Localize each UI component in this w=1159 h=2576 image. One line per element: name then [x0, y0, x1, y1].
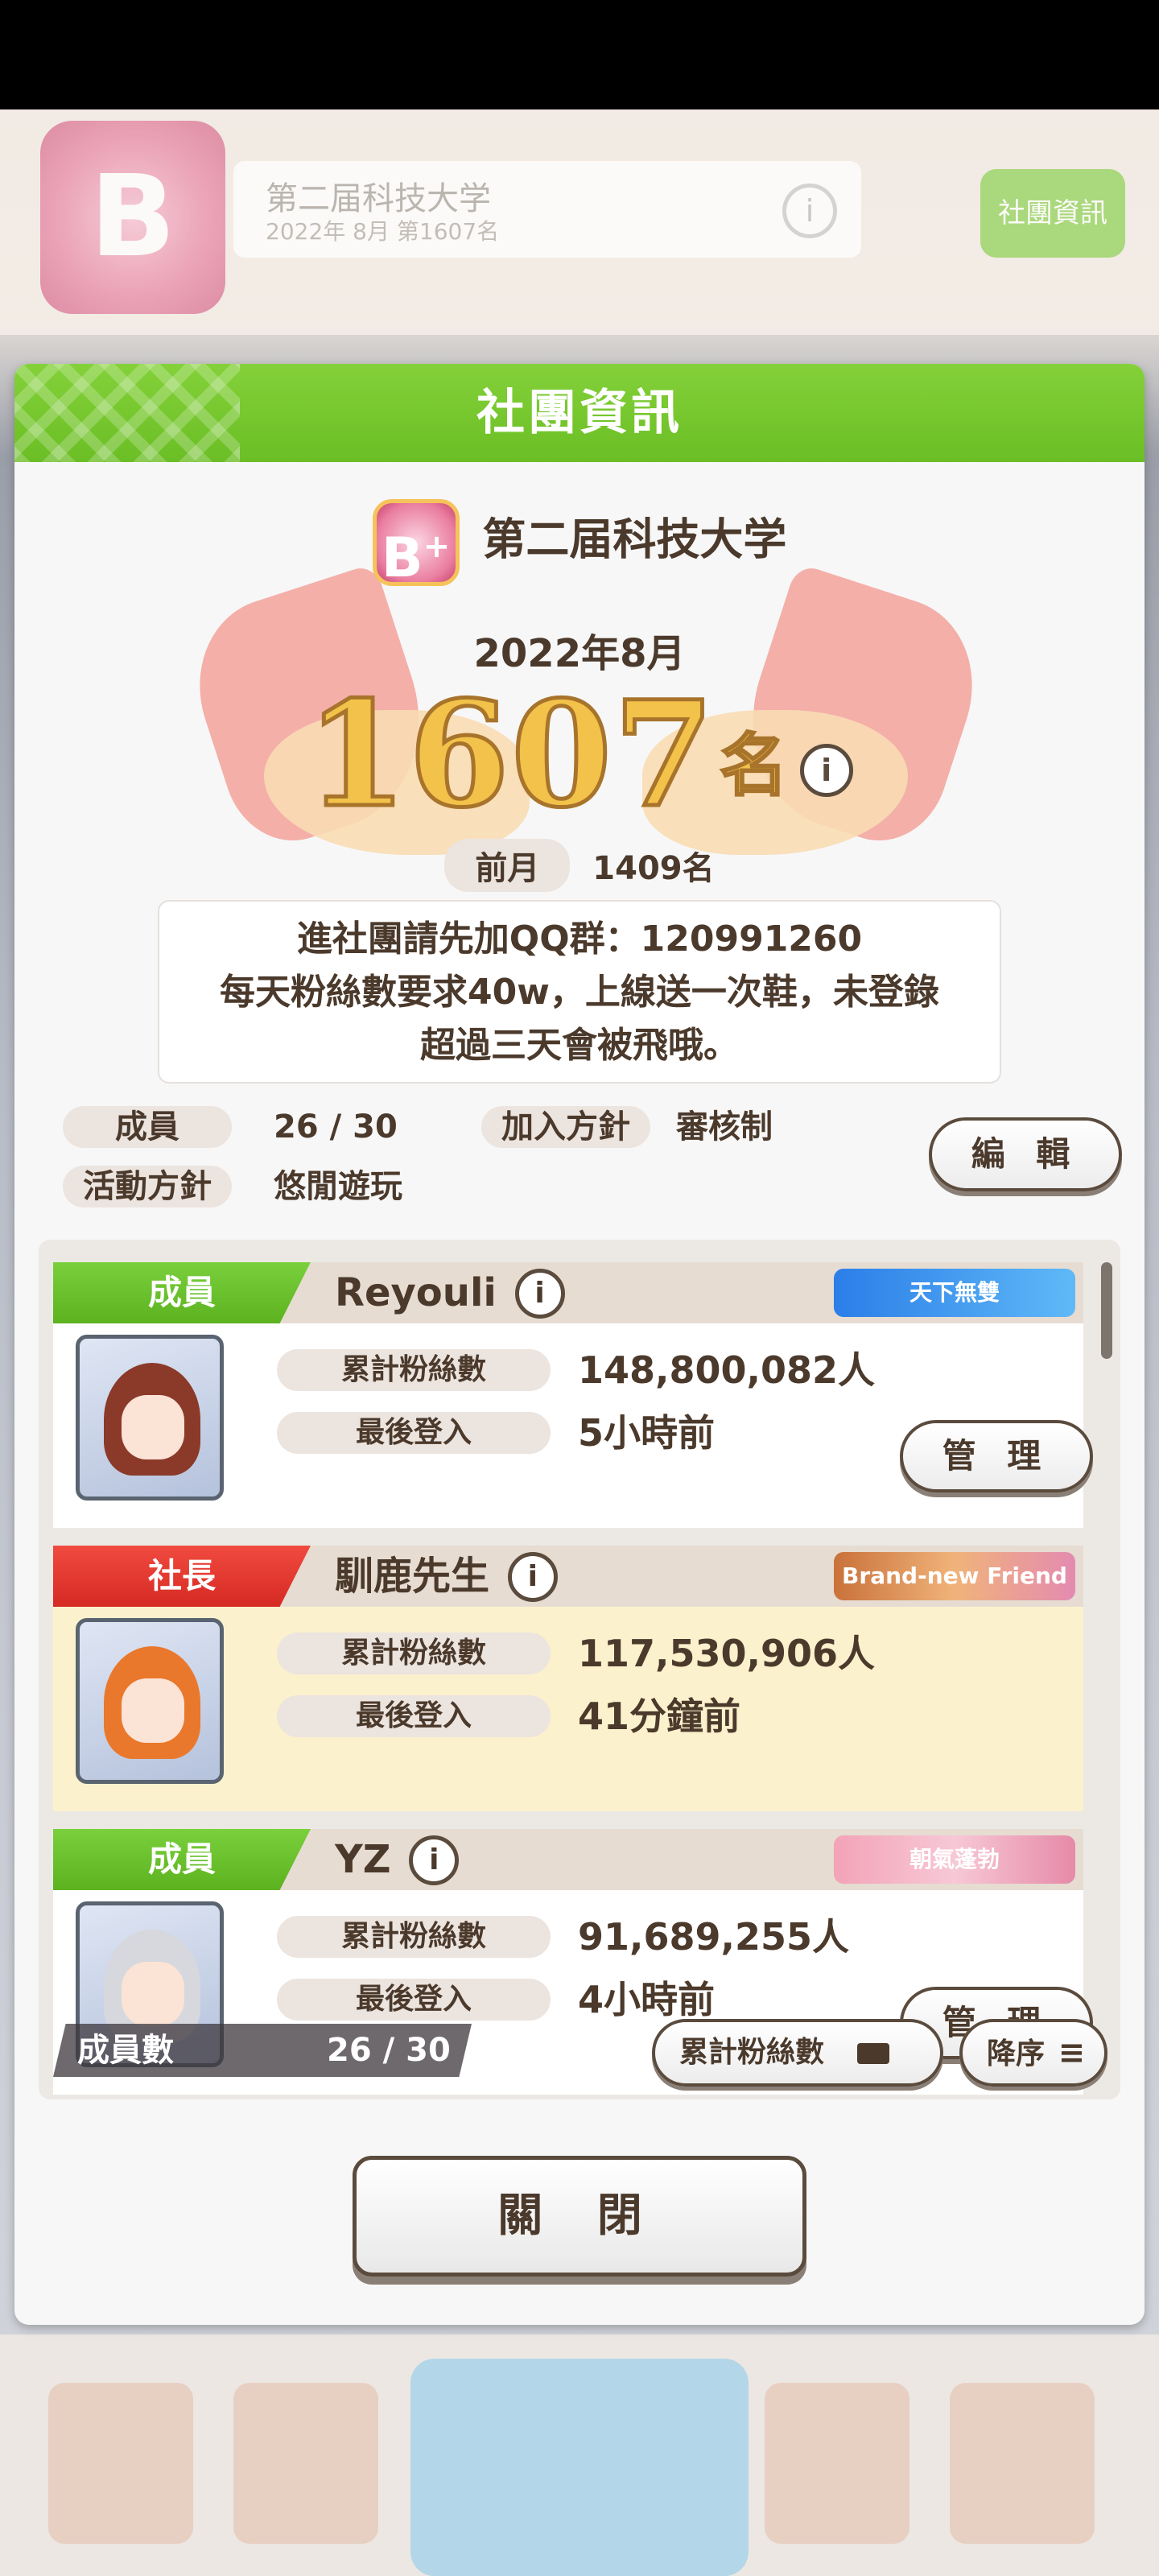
- avatar-face: [122, 1678, 184, 1743]
- circle-name: 第二届科技大学: [482, 514, 787, 565]
- description-line: 進社團請先加QQ群：120991260: [296, 919, 863, 960]
- last-login-label: 最後登入: [277, 1979, 551, 2021]
- previous-month-value: 1409名: [592, 850, 715, 887]
- dialog-title: 社團資訊: [476, 385, 683, 441]
- previous-month-rank: 前月 1409名: [14, 839, 1145, 892]
- status-bar: [0, 0, 1159, 109]
- last-login-label: 最後登入: [277, 1695, 551, 1737]
- member-card-body: 累計粉絲數 117,530,906人 最後登入 41分鐘前: [53, 1607, 1083, 1811]
- sort-key-button[interactable]: 累計粉絲數: [652, 2019, 943, 2087]
- member-card-header: 社長 馴鹿先生 i Brand-new Friend: [53, 1546, 1083, 1607]
- member-card-header: 成員 Reyouli i 天下無雙: [53, 1262, 1083, 1323]
- info-icon: i: [782, 184, 837, 238]
- join-policy-value: 審核制: [676, 1108, 773, 1146]
- background-nav-tile: [233, 2383, 378, 2544]
- sort-lines-icon: ≡: [1058, 2034, 1086, 2071]
- background-nav-tile: [48, 2383, 193, 2544]
- fans-value: 148,800,082人: [578, 1348, 876, 1392]
- members-label: 成員: [63, 1106, 232, 1148]
- member-title-badge: Brand-new Friend: [834, 1552, 1075, 1600]
- member-avatar[interactable]: [76, 1618, 224, 1784]
- member-info-icon[interactable]: i: [507, 1552, 558, 1602]
- circle-info-dialog: 社團資訊 B+ 第二届科技大学 2022年8月 1607 名 i 前月 1409…: [14, 364, 1145, 2325]
- member-count-value: 26 / 30: [327, 2032, 451, 2069]
- description-line: 每天粉絲數要求40w，上線送一次鞋，未登錄: [220, 972, 939, 1013]
- background-nav-home: [410, 2359, 749, 2576]
- last-login-value: 4小時前: [578, 1978, 716, 2021]
- ranking-display: 1607 名 i: [14, 668, 1145, 842]
- member-name: YZ i: [335, 1829, 460, 1890]
- last-login-value: 41分鐘前: [578, 1695, 741, 1738]
- background-nav-tile: [950, 2383, 1095, 2544]
- member-count-label: 成員數: [77, 2032, 174, 2069]
- fans-value: 91,689,255人: [578, 1915, 850, 1959]
- member-title-badge: 朝氣蓬勃: [834, 1835, 1075, 1884]
- member-role-tag: 成員: [53, 1262, 311, 1323]
- dialog-header: 社團資訊: [14, 364, 1145, 462]
- member-list-scrollbar[interactable]: [1101, 1262, 1112, 1359]
- member-role-tag: 社長: [53, 1546, 311, 1607]
- member-title-badge: 天下無雙: [834, 1269, 1075, 1317]
- ranking-unit: 名: [719, 725, 789, 807]
- member-name: Reyouli i: [335, 1262, 565, 1323]
- close-button[interactable]: 關 閉: [353, 2156, 806, 2277]
- manage-button[interactable]: 管 理: [900, 1420, 1093, 1492]
- edit-button[interactable]: 編 輯: [929, 1117, 1122, 1191]
- background-nav-tile: [765, 2383, 909, 2544]
- member-info-icon[interactable]: i: [514, 1269, 565, 1319]
- circle-description: 進社團請先加QQ群：120991260 每天粉絲數要求40w，上線送一次鞋，未登…: [158, 900, 1001, 1084]
- fans-label: 累計粉絲數: [277, 1916, 551, 1958]
- background-rank-badge: B: [40, 121, 225, 314]
- circle-name-row: B+ 第二届科技大学: [14, 499, 1145, 590]
- background-circle-title: 第二届科技大学: [266, 180, 491, 217]
- member-avatar[interactable]: [76, 1335, 224, 1501]
- last-login-value: 5小時前: [578, 1411, 716, 1455]
- member-list[interactable]: 成員 Reyouli i 天下無雙 累計粉絲數 148,800,082人 最後登…: [39, 1240, 1120, 2099]
- members-value: 26 / 30: [274, 1108, 398, 1146]
- member-count-bar: 成員數 26 / 30: [53, 2024, 472, 2077]
- sort-order-label: 降序: [987, 2037, 1046, 2070]
- member-card-body: 累計粉絲數 148,800,082人 最後登入 5小時前 管 理: [53, 1323, 1093, 1528]
- member-card-header: 成員 YZ i 朝氣蓬勃: [53, 1829, 1083, 1890]
- ranking-number: 1607: [304, 668, 716, 842]
- ranking-info-icon[interactable]: i: [799, 744, 853, 797]
- sort-key-label: 累計粉絲數: [679, 2036, 825, 2069]
- member-card: 社長 馴鹿先生 i Brand-new Friend 累計粉絲數 117,530…: [53, 1546, 1083, 1811]
- circle-rank-badge-icon: B+: [372, 499, 460, 590]
- last-login-label: 最後登入: [277, 1412, 551, 1454]
- activity-policy-label: 活動方針: [63, 1166, 232, 1208]
- avatar-face: [122, 1962, 184, 2026]
- fans-value: 117,530,906人: [578, 1632, 876, 1675]
- avatar-face: [122, 1395, 184, 1459]
- member-role-tag: 成員: [53, 1829, 311, 1890]
- background-green-button: 社團資訊: [980, 169, 1125, 258]
- activity-policy-value: 悠閒遊玩: [274, 1168, 402, 1205]
- description-line: 超過三天會被飛哦。: [420, 1025, 739, 1066]
- join-policy-label: 加入方針: [481, 1106, 650, 1148]
- background-circle-sub: 2022年 8月 第1607名: [266, 218, 500, 245]
- member-name: 馴鹿先生 i: [335, 1546, 558, 1607]
- fans-label: 累計粉絲數: [277, 1349, 551, 1391]
- member-card: 成員 Reyouli i 天下無雙 累計粉絲數 148,800,082人 最後登…: [53, 1262, 1093, 1528]
- member-info-icon[interactable]: i: [409, 1835, 460, 1885]
- previous-month-label: 前月: [444, 839, 571, 892]
- background-circle-name: 第二届科技大学 2022年 8月 第1607名 i: [233, 161, 861, 258]
- fans-label: 累計粉絲數: [277, 1633, 551, 1674]
- card-toggle-icon: [856, 2043, 889, 2064]
- sort-order-button[interactable]: 降序 ≡: [959, 2019, 1107, 2087]
